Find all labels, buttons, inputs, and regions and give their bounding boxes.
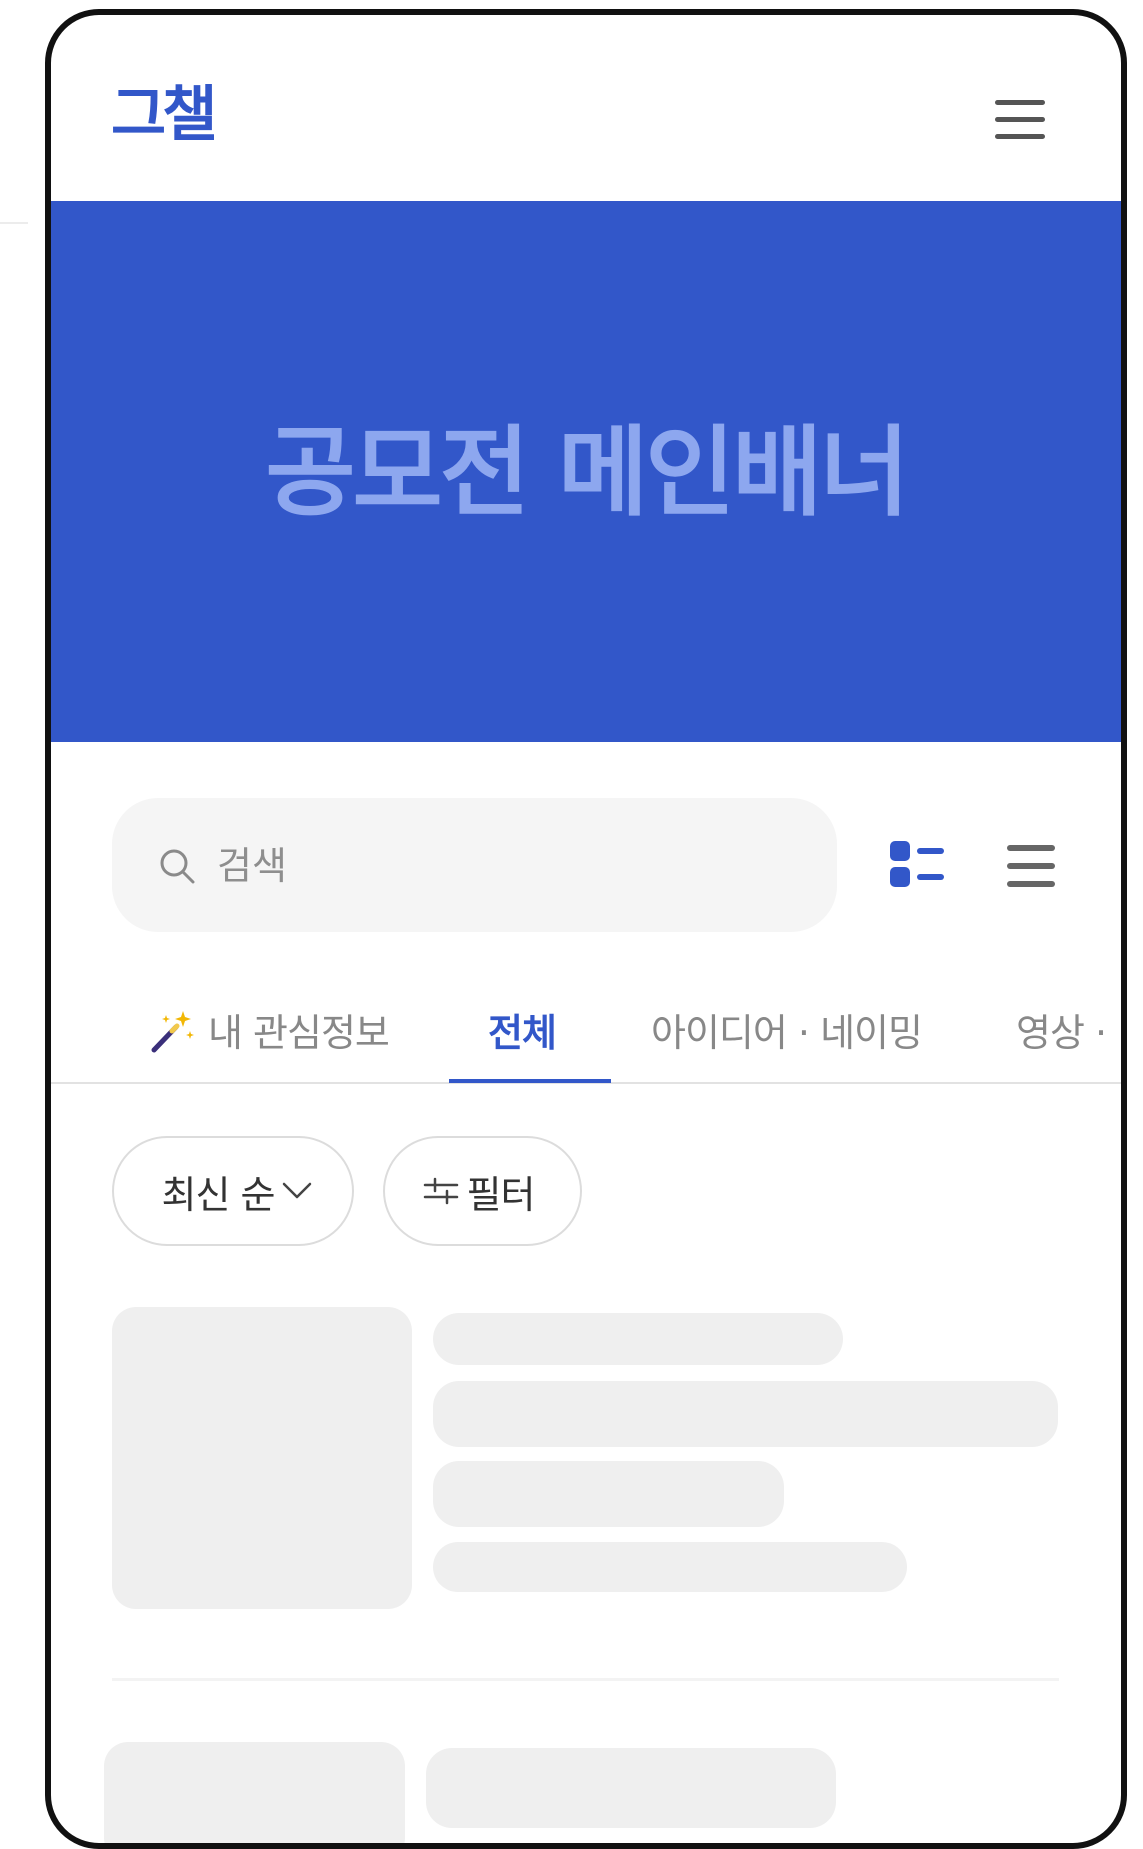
skeleton-line: [433, 1381, 1058, 1447]
search-icon: [160, 849, 195, 884]
list-view-icon[interactable]: [1007, 845, 1055, 887]
sort-label: 최신 순: [161, 1172, 276, 1217]
sort-dropdown[interactable]: 최신 순: [112, 1136, 354, 1246]
tab-my-interest[interactable]: 내 관심정보: [150, 1002, 390, 1057]
active-tab-indicator: [449, 1079, 611, 1083]
search-input[interactable]: [215, 828, 779, 904]
skeleton-line: [433, 1313, 843, 1365]
app-logo[interactable]: 그챌: [111, 85, 217, 145]
skeleton-line: [433, 1542, 907, 1592]
main-banner[interactable]: 공모전 메인배너: [51, 201, 1121, 742]
hamburger-menu-icon[interactable]: [995, 100, 1045, 140]
sliders-icon: [423, 1177, 458, 1205]
phone-frame: 그챌 공모전 메인배너 검색 내 관심정보 전체 아이디어 · 네이밍 영상 ·…: [45, 9, 1127, 1849]
search-bar[interactable]: [112, 798, 837, 932]
skeleton-thumbnail: [104, 1742, 405, 1843]
tab-idea-naming[interactable]: 아이디어 · 네이밍: [651, 1002, 923, 1057]
filter-label: 필터: [466, 1172, 536, 1217]
category-tabs: 내 관심정보 전체 아이디어 · 네이밍 영상 ·: [51, 970, 1121, 1084]
chevron-down-icon: [283, 1182, 312, 1199]
list-divider: [112, 1678, 1059, 1681]
background-divider: [0, 222, 28, 224]
magic-wand-icon: [151, 1010, 194, 1052]
tab-all[interactable]: 전체: [488, 1002, 557, 1057]
filter-button[interactable]: 필터: [383, 1136, 582, 1246]
tab-video[interactable]: 영상 ·: [1016, 1002, 1107, 1057]
skeleton-line: [433, 1461, 784, 1527]
skeleton-line: [426, 1748, 836, 1828]
skeleton-thumbnail: [112, 1307, 412, 1609]
banner-title: 공모전 메인배너: [265, 415, 909, 530]
card-view-icon[interactable]: [890, 841, 944, 887]
tab-label: 내 관심정보: [208, 1011, 390, 1055]
